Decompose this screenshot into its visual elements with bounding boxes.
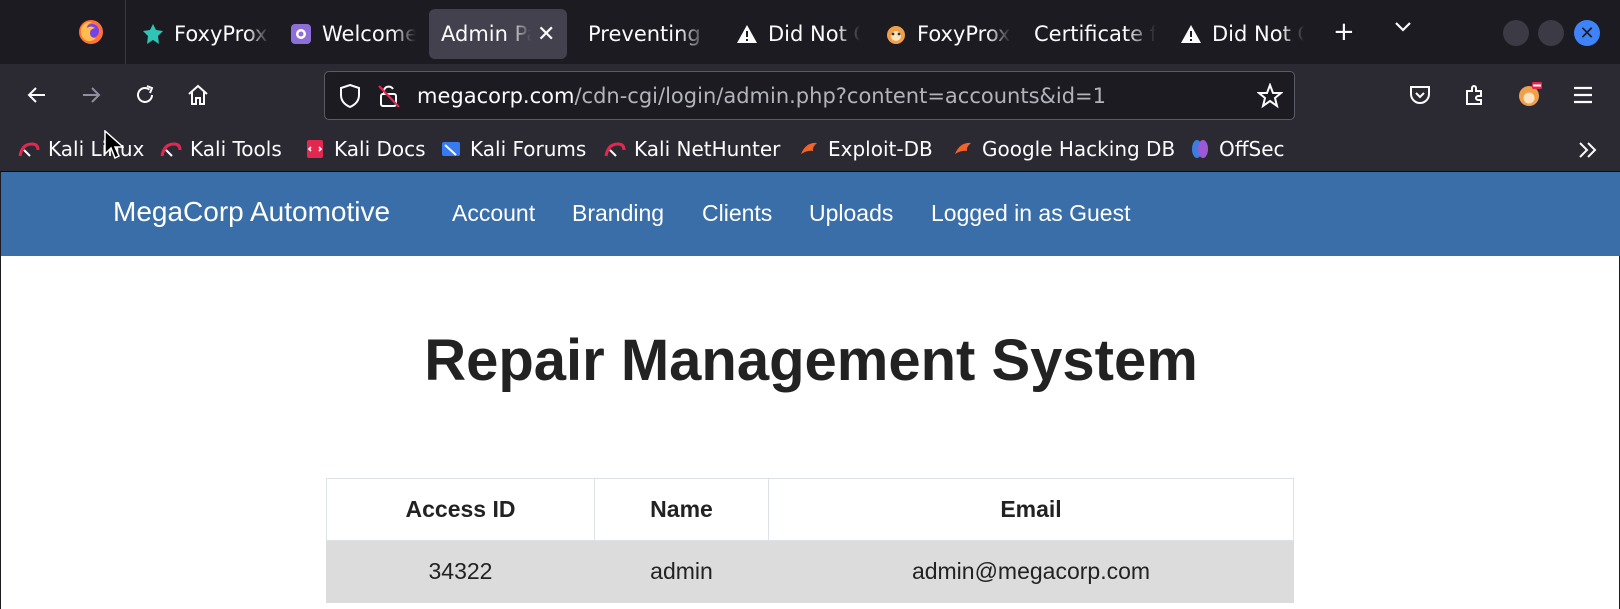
page-title: Repair Management System — [424, 328, 1198, 393]
table-row: 34322 admin admin@megacorp.com — [326, 540, 1294, 603]
bookmark-kali-forums[interactable]: Kali Forums — [440, 136, 586, 162]
close-icon: ✕ — [1579, 22, 1595, 44]
bookmark-star-icon[interactable] — [1257, 83, 1283, 109]
column-header-access-id: Access ID — [326, 478, 595, 541]
bookmark-kali-tools[interactable]: Kali Tools — [160, 136, 282, 162]
foxyproxy-icon — [142, 23, 164, 45]
shield-icon[interactable] — [338, 83, 362, 109]
puzzle-icon — [1466, 85, 1482, 105]
forward-arrow-icon — [83, 87, 101, 103]
list-all-tabs-button[interactable] — [1392, 15, 1414, 43]
tab-did-not-connect[interactable]: Did Not Connect — [724, 9, 860, 59]
mouse-cursor-icon — [104, 130, 124, 160]
firefox-icon[interactable] — [78, 19, 104, 45]
double-chevron-right-icon — [1579, 142, 1597, 158]
column-header-name: Name — [594, 478, 769, 541]
url-bar[interactable]: megacorp.com/cdn-cgi/login/admin.php?con… — [324, 71, 1295, 120]
kali-icon — [18, 138, 40, 160]
nav-link-clients[interactable]: Clients — [702, 200, 772, 227]
minimize-button[interactable] — [1503, 20, 1529, 46]
pocket-button[interactable] — [1405, 80, 1435, 110]
warning-icon — [736, 23, 758, 45]
bookmark-exploit-db[interactable]: Exploit-DB — [798, 136, 933, 162]
maximize-button[interactable] — [1538, 20, 1564, 46]
url-path: /cdn-cgi/login/admin.php?content=account… — [574, 84, 1107, 108]
tab-foxyproxy[interactable]: FoxyProxy — [130, 9, 270, 59]
nav-link-account[interactable]: Account — [452, 200, 535, 227]
hamburger-menu-icon — [1574, 86, 1592, 104]
warning-icon — [1180, 23, 1202, 45]
tab-strip: FoxyProxy Welcome Admin Panel ✕ Preventi… — [0, 0, 1620, 64]
insecure-lock-icon[interactable] — [377, 83, 401, 109]
offsec-icon — [1189, 138, 1211, 160]
nav-link-uploads[interactable]: Uploads — [809, 200, 893, 227]
foxyproxy-cat-icon — [885, 23, 907, 45]
column-header-email: Email — [768, 478, 1294, 541]
tab-certificate[interactable]: Certificate f — [1022, 9, 1156, 59]
extensions-button[interactable] — [1460, 80, 1490, 110]
back-arrow-icon — [27, 87, 45, 103]
chevron-down-icon — [1395, 22, 1411, 32]
back-button[interactable] — [22, 80, 52, 110]
tab-close-icon[interactable]: ✕ — [537, 22, 555, 47]
more-bookmarks-button[interactable] — [1576, 137, 1600, 163]
cell-name: admin — [594, 540, 769, 603]
foxyproxy-cat-icon — [1519, 82, 1542, 106]
kali-docs-icon — [304, 138, 326, 160]
exploitdb-icon — [798, 138, 820, 160]
bookmark-kali-nethunter[interactable]: Kali NetHunter — [604, 136, 780, 162]
cell-email: admin@megacorp.com — [768, 540, 1294, 603]
tab-foxyproxy-2[interactable]: FoxyProxy — [873, 9, 1011, 59]
cell-access-id: 34322 — [326, 540, 595, 603]
url-host: megacorp.com — [417, 84, 575, 108]
close-window-button[interactable]: ✕ — [1574, 20, 1600, 46]
url-text[interactable]: megacorp.com/cdn-cgi/login/admin.php?con… — [417, 84, 1106, 108]
home-icon — [188, 84, 208, 105]
bookmarks-toolbar: Kali Linux Kali Tools Kali Docs Kali For… — [0, 126, 1620, 172]
new-tab-button[interactable]: + — [1333, 18, 1355, 46]
bookmark-offsec[interactable]: OffSec — [1189, 136, 1285, 162]
tab-preventing[interactable]: Preventing V — [576, 9, 708, 59]
navigation-toolbar: megacorp.com/cdn-cgi/login/admin.php?con… — [0, 64, 1620, 126]
site-navbar: MegaCorp Automotive Account Branding Cli… — [1, 172, 1620, 256]
reload-button[interactable] — [130, 80, 160, 110]
pocket-icon — [1410, 86, 1430, 104]
tab-did-not-connect-2[interactable]: Did Not Connect — [1168, 9, 1304, 59]
web-page: MegaCorp Automotive Account Branding Cli… — [0, 172, 1620, 609]
exploitdb-icon — [952, 138, 974, 160]
site-brand[interactable]: MegaCorp Automotive — [113, 196, 390, 228]
bookmark-kali-docs[interactable]: Kali Docs — [304, 136, 426, 162]
foxyproxy-extension-button[interactable] — [1514, 80, 1544, 110]
tab-admin-panel[interactable]: Admin Panel ✕ — [429, 9, 567, 59]
nav-logged-in-status[interactable]: Logged in as Guest — [931, 200, 1130, 227]
kali-forums-icon — [440, 138, 462, 160]
accounts-table: Access ID Name Email 34322 admin admin@m… — [326, 478, 1294, 603]
nav-link-branding[interactable]: Branding — [572, 200, 664, 227]
reload-icon — [137, 85, 154, 103]
tab-separator — [125, 0, 126, 64]
tab-welcome[interactable]: Welcome — [278, 9, 416, 59]
home-button[interactable] — [183, 80, 213, 110]
app-menu-button[interactable] — [1568, 80, 1598, 110]
kali-icon — [160, 138, 182, 160]
forward-button[interactable] — [76, 80, 106, 110]
bookmark-google-hacking-db[interactable]: Google Hacking DB — [952, 136, 1175, 162]
bookmark-kali-linux[interactable]: Kali Linux — [18, 136, 144, 162]
tor-icon — [290, 23, 312, 45]
kali-icon — [604, 138, 626, 160]
